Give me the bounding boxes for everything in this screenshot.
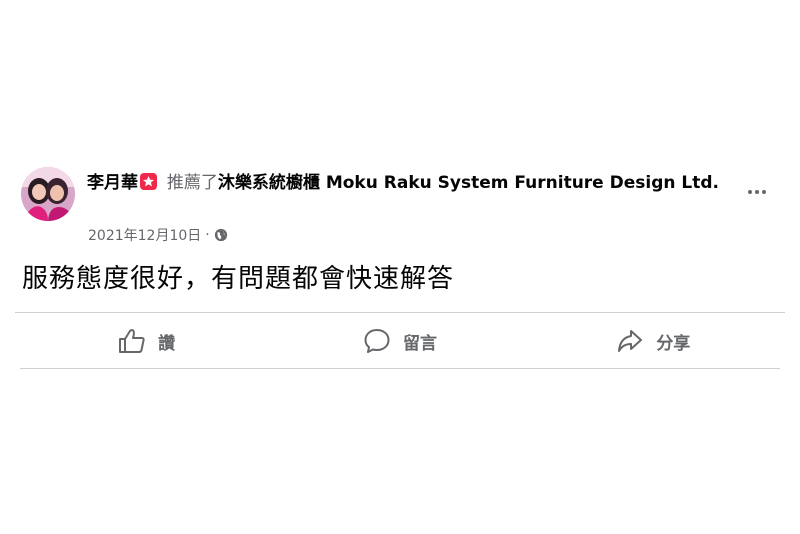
thumbs-up-icon — [119, 329, 145, 353]
page-name-link[interactable]: 沐樂系統櫥櫃 Moku Raku System Furniture Design… — [218, 173, 719, 193]
like-label: 讚 — [158, 333, 176, 354]
more-options-icon — [748, 190, 752, 194]
comment-button[interactable]: 留言 — [273, 314, 526, 368]
globe-icon — [214, 228, 227, 242]
comment-label: 留言 — [402, 333, 437, 354]
post-header: 李月華 推薦了沐樂系統櫥櫃 Moku Raku System Furniture… — [87, 170, 727, 197]
actions-bottom-divider — [20, 368, 780, 369]
more-options-icon-dot — [762, 190, 766, 194]
share-arrow-icon — [618, 330, 643, 352]
avatar[interactable] — [21, 167, 75, 221]
share-label: 分享 — [656, 333, 691, 354]
recommend-star-icon — [140, 173, 157, 190]
post-body: 服務態度很好，有問題都會快速解答 — [22, 264, 455, 294]
post-date[interactable]: 2021年12月10日 — [88, 225, 201, 245]
more-options-button[interactable] — [739, 180, 775, 204]
like-button[interactable]: 讚 — [20, 314, 273, 368]
share-button[interactable]: 分享 — [527, 314, 780, 368]
recommend-action-text: 推薦了 — [166, 173, 218, 193]
comment-bubble-icon — [364, 329, 390, 353]
meta-separator: · — [205, 227, 210, 243]
author-name[interactable]: 李月華 — [87, 173, 138, 193]
post-card: 李月華 推薦了沐樂系統櫥櫃 Moku Raku System Furniture… — [0, 0, 800, 534]
action-bar: 讚 留言 分享 — [20, 314, 780, 368]
post-meta: 2021年12月10日 · — [88, 225, 228, 245]
actions-top-divider — [15, 312, 785, 313]
avatar-photo — [21, 167, 75, 221]
more-options-icon-dot — [755, 190, 759, 194]
